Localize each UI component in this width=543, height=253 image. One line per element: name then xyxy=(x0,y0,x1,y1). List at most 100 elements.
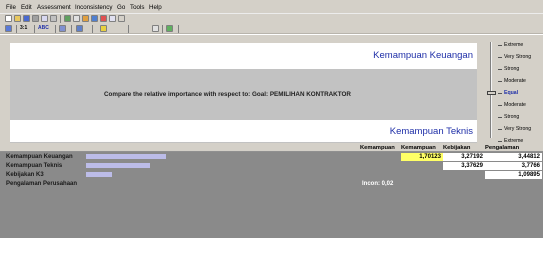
top-criterion-label: Kemampuan Keuangan xyxy=(373,50,473,61)
matrix-cell[interactable]: 3,37629 xyxy=(443,162,485,170)
verbal-mode-button[interactable]: ABC xyxy=(38,25,49,31)
graph-icon[interactable] xyxy=(100,15,107,22)
matrix-column-header[interactable]: Kebijakan xyxy=(443,145,483,151)
toolbar-separator xyxy=(55,25,56,33)
wizard-icon[interactable] xyxy=(118,15,125,22)
menu-bar: File Edit Assessment Inconsistency Go To… xyxy=(0,0,543,14)
scale-label[interactable]: Equal xyxy=(504,90,518,96)
scale-label[interactable]: Very Strong xyxy=(504,126,531,132)
expert-choice-window: File Edit Assessment Inconsistency Go To… xyxy=(0,0,543,253)
cut-icon[interactable] xyxy=(50,15,57,22)
report-icon[interactable] xyxy=(109,15,116,22)
scale-tick xyxy=(498,81,502,82)
matrix-column-header[interactable]: Kemampuan xyxy=(401,145,441,151)
matrix-cell[interactable] xyxy=(360,171,401,179)
matrix-row[interactable]: Kemampuan Teknis 3,37629 3,7766 xyxy=(0,162,543,170)
heart-icon[interactable] xyxy=(100,25,107,32)
status-bar xyxy=(0,238,543,253)
matrix-column-header[interactable]: Pengalaman xyxy=(485,145,541,151)
copy-icon[interactable] xyxy=(64,15,71,22)
menu-assessment[interactable]: Assessment xyxy=(37,4,71,11)
graphical-mode-icon[interactable] xyxy=(59,25,66,32)
matrix-cell[interactable] xyxy=(360,162,401,170)
toolbar-separator xyxy=(34,25,35,33)
toolbar-separator xyxy=(16,25,17,33)
scale-label[interactable]: Very Strong xyxy=(504,54,531,60)
toolbar-separator xyxy=(92,25,93,33)
open-icon[interactable] xyxy=(14,15,21,22)
inconsistency-ratio: Incon: 0,02 xyxy=(362,181,406,189)
scale-label[interactable]: Moderate xyxy=(504,78,526,84)
matrix-cell[interactable] xyxy=(443,180,485,188)
scale-tick xyxy=(498,69,502,70)
toolbar-separator xyxy=(128,25,129,33)
matrix-row-label: Kemampuan Keuangan xyxy=(6,154,73,160)
priority-bar xyxy=(86,172,112,177)
scale-label[interactable]: Moderate xyxy=(504,102,526,108)
matrix-header: Kemampuan Kemampuan Kebijakan Pengalaman xyxy=(0,143,543,152)
slider-track[interactable] xyxy=(490,42,492,138)
matrix-row-label: Pengalaman Perusahaan xyxy=(6,181,78,187)
tree-icon[interactable] xyxy=(82,15,89,22)
slider-thumb[interactable] xyxy=(487,91,496,95)
menu-edit[interactable]: Edit xyxy=(21,4,32,11)
scale-tick xyxy=(498,45,502,46)
undo-icon[interactable] xyxy=(41,15,48,22)
bottom-criterion-label: Kemampuan Teknis xyxy=(389,126,473,137)
priority-bar xyxy=(86,163,150,168)
scale-tick xyxy=(498,57,502,58)
toolbar-separator xyxy=(178,25,179,33)
menu-file[interactable]: File xyxy=(6,4,16,11)
matrix-cell[interactable] xyxy=(401,180,443,188)
new-icon[interactable] xyxy=(5,15,12,22)
chart-icon[interactable] xyxy=(91,15,98,22)
scale-tick xyxy=(498,141,502,142)
numerical-mode-button[interactable]: 3:1 xyxy=(20,25,27,31)
matrix-column-header[interactable]: Kemampuan xyxy=(360,145,400,151)
pairwise-numerical-icon[interactable] xyxy=(5,25,12,32)
comparison-matrix: Kemampuan Kemampuan Kebijakan Pengalaman… xyxy=(0,143,543,238)
scale-tick xyxy=(498,93,502,94)
toolbar-separator xyxy=(162,25,163,33)
scale-tick xyxy=(498,117,502,118)
scale-label[interactable]: Extreme xyxy=(504,42,523,48)
verbal-scale-slider[interactable]: Extreme Very Strong Strong Moderate Equal Mod… xyxy=(483,40,543,144)
menu-help[interactable]: Help xyxy=(149,4,162,11)
scale-tick xyxy=(498,105,502,106)
matrix-cell[interactable] xyxy=(360,153,401,161)
save-icon[interactable] xyxy=(23,15,30,22)
matrix-cell[interactable]: 3,27192 xyxy=(443,153,485,161)
matrix-row[interactable]: Kemampuan Keuangan 1,70123 3,27192 3,44812 xyxy=(0,153,543,161)
menu-tools[interactable]: Tools xyxy=(130,4,144,11)
matrix-row-label: Kemampuan Teknis xyxy=(6,163,63,169)
scale-label[interactable]: Strong xyxy=(504,114,519,120)
toolbar-separator xyxy=(71,25,72,33)
print-icon[interactable] xyxy=(32,15,39,22)
sort-icon[interactable] xyxy=(152,25,159,32)
matrix-cell[interactable]: 3,44812 xyxy=(485,153,542,161)
bottom-criterion-box[interactable]: Kemampuan Teknis xyxy=(10,120,477,142)
assessment-toolbar: 3:1 ABC xyxy=(0,23,543,34)
matrix-cell[interactable]: 3,7766 xyxy=(485,162,542,170)
standard-toolbar xyxy=(0,14,543,23)
matrix-row-label: Kebijakan K3 xyxy=(6,172,44,178)
matrix-cell[interactable]: 1,70123 xyxy=(401,153,443,161)
matrix-cell[interactable] xyxy=(485,180,542,188)
verbal-comparison-panel: Compare the relative importance with res… xyxy=(0,35,543,148)
scale-label[interactable]: Strong xyxy=(504,66,519,72)
menu-go[interactable]: Go xyxy=(117,4,125,11)
top-criterion-box[interactable]: Kemampuan Keuangan xyxy=(10,43,477,69)
matrix-cell[interactable]: 1,09895 xyxy=(485,171,542,179)
calculate-icon[interactable] xyxy=(166,25,173,32)
paste-icon[interactable] xyxy=(73,15,80,22)
priority-bar xyxy=(86,154,166,159)
matrix-row[interactable]: Kebijakan K3 1,09895 xyxy=(0,171,543,179)
matrix-cell[interactable] xyxy=(401,171,443,179)
comparison-prompt: Compare the relative importance with res… xyxy=(104,91,351,98)
toolbar-separator xyxy=(60,15,61,23)
matrix-row[interactable]: Pengalaman Perusahaan xyxy=(0,180,543,188)
matrix-cell[interactable] xyxy=(401,162,443,170)
questionnaire-icon[interactable] xyxy=(76,25,83,32)
matrix-cell[interactable] xyxy=(443,171,485,179)
menu-inconsistency[interactable]: Inconsistency xyxy=(75,4,113,11)
